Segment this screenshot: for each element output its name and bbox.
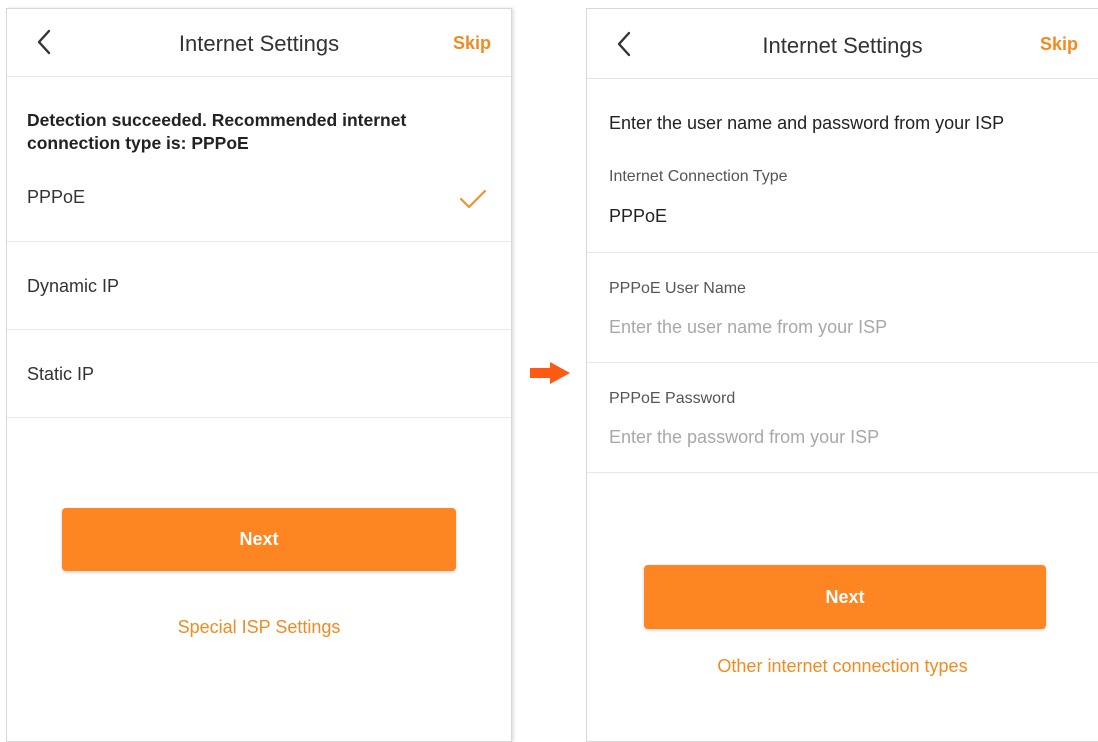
header-bar: Internet Settings Skip [587, 9, 1098, 79]
next-button[interactable]: Next [62, 508, 456, 571]
password-label: PPPoE Password [609, 390, 736, 407]
checkmark-icon [459, 189, 487, 209]
page-title: Internet Settings [178, 31, 340, 56]
skip-button[interactable]: Skip [1040, 34, 1078, 55]
connection-type-value: PPPoE [609, 206, 668, 226]
arrow-right-icon [530, 362, 570, 384]
next-button[interactable]: Next [644, 565, 1046, 629]
instructions-text: Enter the user name and password from yo… [609, 113, 1005, 133]
divider [587, 252, 1098, 253]
header-bar: Internet Settings Skip [7, 9, 511, 77]
page-title: Internet Settings [762, 33, 923, 58]
option-pppoe[interactable]: PPPoE [7, 154, 511, 242]
option-label: PPPoE [27, 187, 86, 207]
option-static-ip[interactable]: Static IP [7, 330, 511, 418]
connection-type-label: Internet Connection Type [609, 168, 788, 185]
divider [587, 362, 1098, 363]
option-dynamic-ip[interactable]: Dynamic IP [7, 242, 511, 330]
username-label: PPPoE User Name [609, 280, 746, 297]
internet-settings-detection-screen: Internet Settings Skip Detection succeed… [6, 8, 512, 742]
option-label: Dynamic IP [27, 276, 120, 296]
skip-button[interactable]: Skip [453, 33, 491, 54]
detection-message: Detection succeeded. Recommended interne… [27, 110, 407, 153]
special-isp-settings-link[interactable]: Special ISP Settings [7, 617, 511, 638]
password-input[interactable] [609, 425, 1069, 449]
pppoe-credentials-screen: Internet Settings Skip Enter the user na… [586, 8, 1098, 742]
option-label: Static IP [27, 364, 95, 384]
username-input[interactable] [609, 315, 1069, 339]
divider [587, 472, 1098, 473]
other-connection-types-link[interactable]: Other internet connection types [587, 656, 1098, 677]
